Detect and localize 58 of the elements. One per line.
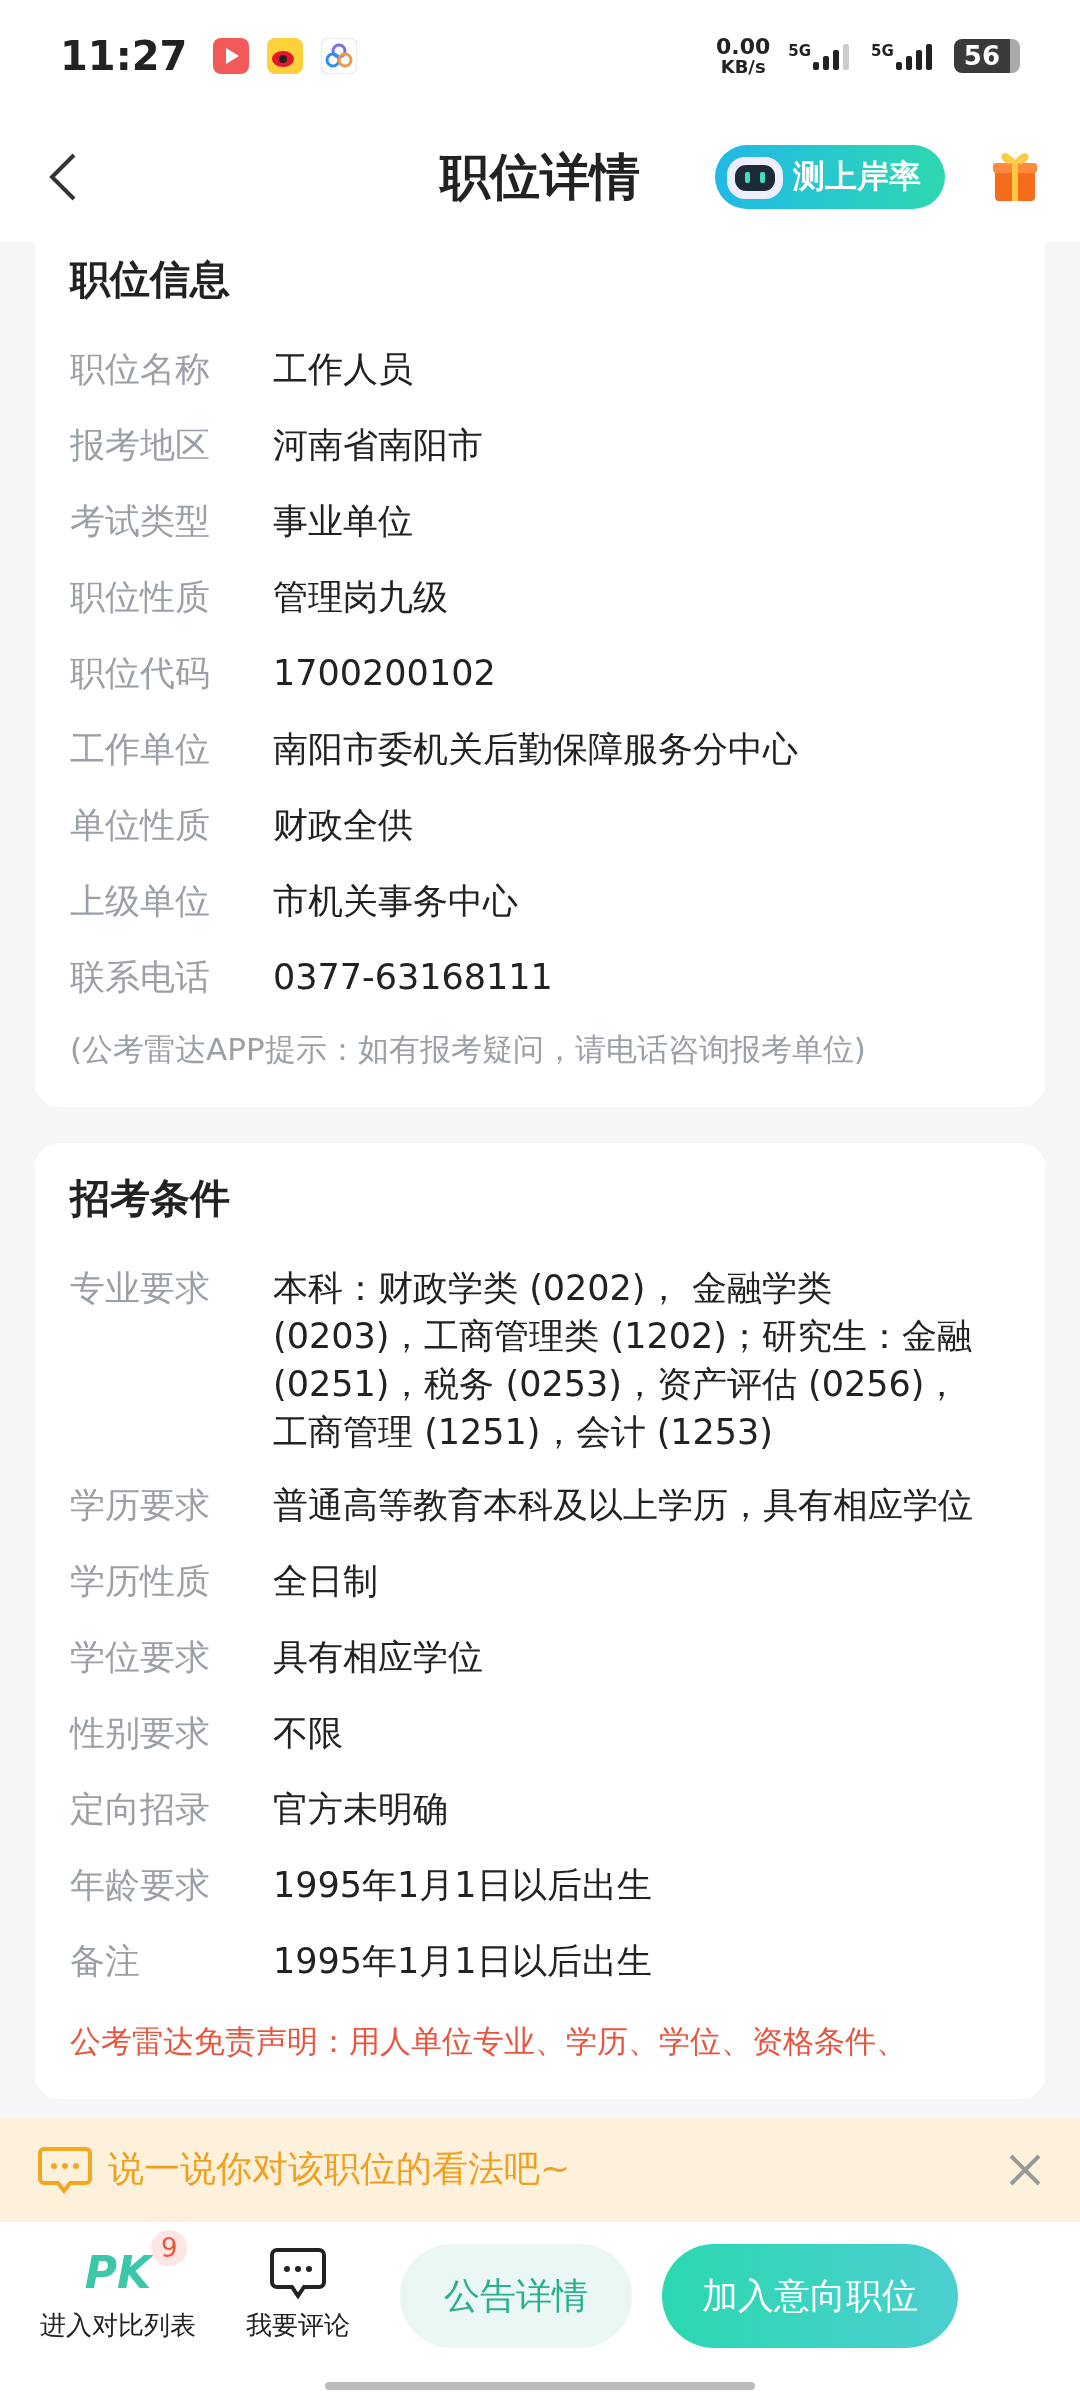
- status-time: 11:27: [60, 33, 188, 79]
- field-value: 全日制: [273, 1560, 379, 1603]
- comment-prompt: 说一说你对该职位的看法吧~: [108, 2147, 572, 2191]
- field-label: 职位名称: [70, 348, 211, 391]
- field-value: 河南省南阳市: [273, 424, 484, 467]
- section-title: 招考条件: [70, 1174, 231, 1223]
- field-label: 定向招录: [70, 1788, 211, 1831]
- field-value: 1995年1月1日以后出生: [273, 1864, 653, 1907]
- field-label: 职位代码: [70, 652, 211, 695]
- disclaimer-text: 公考雷达免责声明：用人单位专业、学历、学位、资格条件、: [70, 2022, 908, 2061]
- network-speed: 0.00: [716, 36, 771, 58]
- field-label: 工作单位: [70, 728, 211, 771]
- field-value: 本科：财政学类 (0202)， 金融学类 (0203)，工商管理类 (1202)；研究生：金融 (0251)，税务 (0253)，资产评估 (0256)，工商管理 (1251)，会计 (1253): [273, 1267, 973, 1454]
- close-icon[interactable]: [1008, 2152, 1042, 2187]
- comment-banner[interactable]: 说一说你对该职位的看法吧~: [0, 2117, 1080, 2222]
- field-label: 专业要求: [70, 1267, 211, 1310]
- network-type: 5G: [871, 42, 894, 60]
- add-to-wishlist-button[interactable]: 加入意向职位: [662, 2244, 958, 2348]
- notice-details-button[interactable]: 公告详情: [400, 2244, 632, 2348]
- field-value: 不限: [273, 1712, 344, 1755]
- field-label: 年龄要求: [70, 1864, 211, 1907]
- cloud-app-icon: [321, 38, 358, 74]
- eye-app-icon: [267, 38, 304, 74]
- field-label: 学历要求: [70, 1484, 211, 1527]
- compare-list-button[interactable]: PK 9 进入对比列表: [40, 2230, 196, 2343]
- section-title: 职位信息: [70, 255, 231, 304]
- field-label: 学位要求: [70, 1636, 211, 1679]
- field-label: 考试类型: [70, 500, 211, 543]
- page-title: 职位详情: [440, 146, 640, 208]
- comment-button[interactable]: 我要评论: [246, 2244, 350, 2343]
- field-label: 职位性质: [70, 576, 211, 619]
- field-value: 0377-63168111: [273, 956, 554, 999]
- field-value: 普通高等教育本科及以上学历，具有相应学位: [273, 1484, 974, 1527]
- field-value: 财政全供: [273, 804, 414, 847]
- network-speed-unit: KB/s: [720, 58, 766, 76]
- field-value: 事业单位: [273, 500, 414, 543]
- field-value: 具有相应学位: [273, 1636, 484, 1679]
- field-value: 市机关事务中心: [273, 880, 519, 923]
- field-value: 官方未明确: [273, 1788, 449, 1831]
- field-value: 南阳市委机关后勤保障服务分中心: [273, 728, 799, 771]
- field-value: 1995年1月1日以后出生: [273, 1940, 653, 1983]
- field-value: 管理岗九级: [273, 576, 449, 619]
- field-label: 备注: [70, 1940, 141, 1983]
- network-type: 5G: [788, 42, 812, 60]
- field-label: 上级单位: [70, 880, 211, 923]
- rate-test-button[interactable]: 测上岸率: [715, 145, 945, 209]
- field-value: 工作人员: [273, 348, 414, 391]
- hint-note: (公考雷达APP提示：如有报考疑问，请电话咨询报考单位): [70, 1030, 867, 1069]
- field-label: 学历性质: [70, 1560, 211, 1603]
- chat-icon: [38, 2144, 92, 2195]
- field-label: 报考地区: [70, 424, 211, 467]
- field-label: 单位性质: [70, 804, 211, 847]
- field-label: 联系电话: [70, 956, 211, 999]
- video-app-icon: [213, 38, 250, 74]
- pk-logo: PK: [84, 2246, 152, 2300]
- field-value: 1700200102: [273, 652, 497, 695]
- field-label: 性别要求: [70, 1712, 211, 1755]
- battery-level: 56: [953, 39, 1020, 73]
